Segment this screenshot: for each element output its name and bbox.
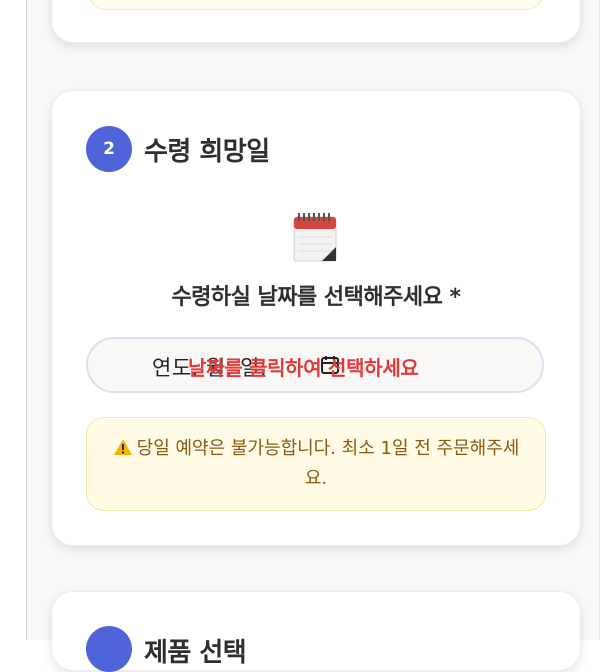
section-title: 수령 희망일: [144, 137, 270, 167]
step-number-badge: 2: [86, 126, 132, 172]
notice-box: 당일 예약은 불가능합니다. 최소 1일 전 주문해주세요.: [86, 417, 546, 511]
step-number-badge-3: [86, 626, 132, 672]
section-card-pickup-date: 2 수령 희망일 수령하실 날짜를 선택해주세요 * 연도. 월. 일. 날짜를…: [51, 90, 581, 546]
date-error-message: 날짜를 클릭하여 선택하세요: [188, 356, 419, 380]
calendar-icon: [293, 213, 337, 262]
section-card-previous: [51, 0, 581, 43]
date-prompt-label: 수령하실 날짜를 선택해주세요 *: [171, 285, 461, 310]
notice-text: 당일 예약은 불가능합니다. 최소 1일 전 주문해주세요.: [136, 438, 520, 489]
previous-notice-box: [88, 0, 544, 10]
page: 2 수령 희망일 수령하실 날짜를 선택해주세요 * 연도. 월. 일. 날짜를…: [26, 0, 600, 672]
section-title-product: 제품 선택: [144, 638, 247, 668]
pickup-date-input[interactable]: 연도. 월. 일. 날짜를 클릭하여 선택하세요: [86, 337, 544, 393]
warning-icon: [113, 434, 133, 464]
section-card-product: 제품 선택: [51, 591, 581, 672]
